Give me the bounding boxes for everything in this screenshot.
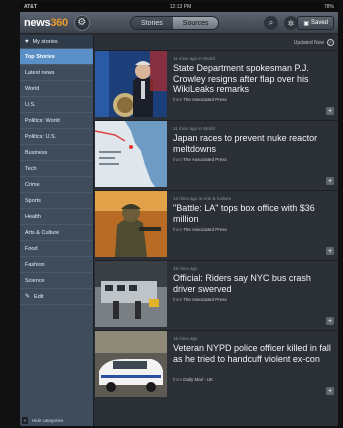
story-source: from The Associated Press	[173, 157, 227, 162]
category-sidebar: ♥ My stories Top Stories Latest news Worl…	[20, 35, 94, 426]
story-thumbnail	[95, 121, 167, 187]
heart-icon: ♥	[25, 38, 29, 45]
sidebar-item-politics-us[interactable]: Politics: U.S.	[20, 129, 93, 145]
story-card[interactable]: 48 mins ago Official: Riders say NYC bus…	[95, 260, 338, 330]
story-thumbnail	[95, 191, 167, 257]
story-thumbnail	[95, 261, 167, 327]
story-title[interactable]: Japan races to prevent nuke reactor melt…	[173, 133, 335, 154]
gear-icon[interactable]: ✲	[284, 16, 298, 30]
clock: 12:13 PM	[169, 4, 192, 10]
sidebar-item-world[interactable]: World	[20, 81, 93, 97]
sidebar-item-science[interactable]: Science	[20, 273, 93, 289]
add-story-icon[interactable]: +	[326, 107, 334, 115]
hide-categories-button[interactable]: ‹ Hide categories	[22, 417, 63, 424]
carrier: AT&T	[24, 4, 37, 10]
tab-sources[interactable]: Sources	[172, 17, 219, 29]
story-source: from The Associated Press	[173, 97, 227, 102]
story-title[interactable]: State Department spokesman P.J. Crowley …	[173, 63, 335, 95]
story-card[interactable]: 11 mins ago in World Japan races to prev…	[95, 120, 338, 190]
story-title[interactable]: "Battle: LA" tops box office with $36 mi…	[173, 203, 335, 224]
story-source: from The Associated Press	[173, 297, 227, 302]
sidebar-edit-button[interactable]: ✎ Edit	[20, 289, 93, 305]
sidebar-item-us[interactable]: U.S.	[20, 97, 93, 113]
sidebar-item-sports[interactable]: Sports	[20, 193, 93, 209]
story-card[interactable]: 13 mins ago in Arts & Culture "Battle: L…	[95, 190, 338, 260]
saved-button[interactable]: ▣ Saved	[297, 16, 334, 30]
status-bar: AT&T 12:13 PM 78%	[20, 2, 338, 12]
view-switcher: Stories Sources	[130, 16, 220, 30]
sidebar-item-latest-news[interactable]: Latest news	[20, 65, 93, 81]
add-story-icon[interactable]: +	[326, 317, 334, 325]
refresh-icon[interactable]: ✓	[327, 39, 334, 46]
add-story-icon[interactable]: +	[326, 247, 334, 255]
story-thumbnail	[95, 331, 167, 397]
story-meta: 15 mins ago	[173, 336, 198, 341]
story-thumbnail	[95, 51, 167, 117]
story-meta: 11 mins ago in World	[173, 56, 215, 61]
sidebar-item-food[interactable]: Food	[20, 241, 93, 257]
story-meta: 13 mins ago in Arts & Culture	[173, 196, 232, 201]
sidebar-item-my-stories[interactable]: ♥ My stories	[20, 35, 93, 49]
update-status: Updated Now ✓	[293, 39, 334, 46]
story-title[interactable]: Veteran NYPD police officer killed in fa…	[173, 343, 335, 364]
battery-level: 78%	[323, 4, 334, 10]
story-card[interactable]: 15 mins ago Veteran NYPD police officer …	[95, 330, 338, 400]
story-feed: Updated Now ✓ 11 mins ago in World State…	[95, 35, 338, 426]
sidebar-item-business[interactable]: Business	[20, 145, 93, 161]
search-icon[interactable]: ⌕	[264, 16, 278, 30]
story-meta: 11 mins ago in World	[173, 126, 215, 131]
sidebar-item-tech[interactable]: Tech	[20, 161, 93, 177]
story-source: from The Associated Press	[173, 227, 227, 232]
sidebar-item-fashion[interactable]: Fashion	[20, 257, 93, 273]
add-story-icon[interactable]: +	[326, 387, 334, 395]
sidebar-item-top-stories[interactable]: Top Stories	[20, 49, 93, 65]
sidebar-item-politics-world[interactable]: Politics: World	[20, 113, 93, 129]
sidebar-item-arts-culture[interactable]: Arts & Culture	[20, 225, 93, 241]
app-logo: news360	[24, 16, 68, 29]
story-title[interactable]: Official: Riders say NYC bus crash drive…	[173, 273, 335, 294]
wrench-icon: ✎	[25, 294, 31, 300]
top-toolbar: news360 ⚙ Stories Sources ⌕ ✲ ▣ Saved	[20, 12, 338, 34]
story-meta: 48 mins ago	[173, 266, 198, 271]
bookmark-icon: ▣	[303, 20, 309, 27]
tab-stories[interactable]: Stories	[131, 17, 173, 29]
sidebar-item-health[interactable]: Health	[20, 209, 93, 225]
story-source: from Daily Mail - UK	[173, 377, 214, 382]
story-card[interactable]: 11 mins ago in World State Department sp…	[95, 50, 338, 120]
app-window: AT&T 12:13 PM 78% news360 ⚙ Stories Sour…	[20, 2, 338, 426]
settings-gear-icon[interactable]: ⚙	[73, 14, 90, 31]
sidebar-item-crime[interactable]: Crime	[20, 177, 93, 193]
add-story-icon[interactable]: +	[326, 177, 334, 185]
chevron-left-icon: ‹	[22, 417, 28, 424]
